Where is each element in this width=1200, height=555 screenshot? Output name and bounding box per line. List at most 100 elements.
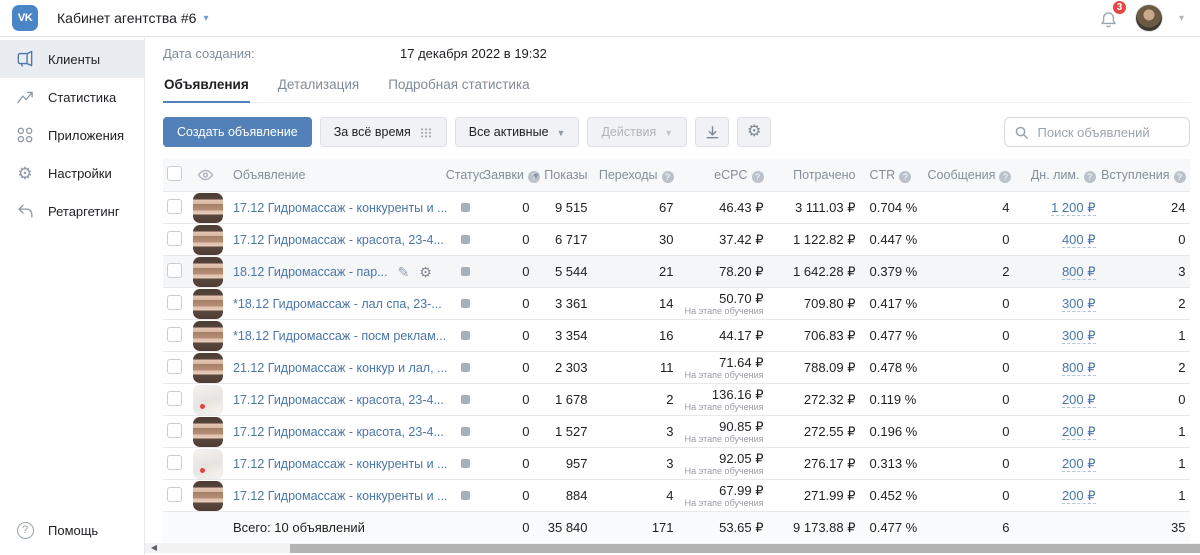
cabinet-title-dropdown[interactable]: Кабинет агентства #6 ▾ <box>57 10 208 26</box>
tab-ads[interactable]: Объявления <box>163 69 250 103</box>
header-impressions-sorted[interactable]: ▼ Показы <box>530 168 587 182</box>
status-stopped-icon[interactable] <box>461 427 471 436</box>
ad-title-link[interactable]: 17.12 Гидромассаж - конкуренты и ... <box>233 489 448 503</box>
ad-title-link[interactable]: 17.12 Гидромассаж - красота, 23-4... <box>233 233 444 247</box>
ad-title-link[interactable]: *18.12 Гидромассаж - посм реклам... <box>233 329 446 343</box>
daily-limit-link[interactable]: 200 ₽ <box>1061 391 1096 408</box>
status-stopped-icon[interactable] <box>461 235 471 244</box>
status-stopped-icon[interactable] <box>461 299 471 308</box>
daily-limit-link[interactable]: 400 ₽ <box>1061 231 1096 248</box>
help-icon[interactable]: ? <box>661 170 674 183</box>
ad-title-link[interactable]: 17.12 Гидромассаж - красота, 23-4... <box>233 393 444 407</box>
table-settings-button[interactable]: ⚙ <box>737 117 772 147</box>
row-checkbox[interactable] <box>167 262 182 278</box>
horizontal-scrollbar[interactable]: ◀ <box>145 543 1200 553</box>
status-stopped-icon[interactable] <box>461 459 471 468</box>
totals-spent: 9 173.88 ₽ <box>793 519 856 535</box>
search-input[interactable] <box>1035 123 1180 141</box>
ad-thumbnail[interactable] <box>193 192 223 223</box>
status-stopped-icon[interactable] <box>461 395 471 404</box>
sidebar-item-settings[interactable]: ⚙ Настройки <box>0 154 144 192</box>
header-ecpc[interactable]: eCPC? <box>674 168 764 183</box>
ad-thumbnail[interactable] <box>193 416 223 447</box>
status-stopped-icon[interactable] <box>461 331 471 340</box>
row-checkbox[interactable] <box>167 326 182 342</box>
row-checkbox[interactable] <box>167 390 182 406</box>
daily-limit-link[interactable]: 300 ₽ <box>1061 295 1096 312</box>
cell-spent: 788.09 ₽ <box>803 359 856 375</box>
apps-icon <box>15 125 35 145</box>
tab-detailing[interactable]: Детализация <box>277 69 360 102</box>
header-messages[interactable]: Сообщения? <box>928 168 1012 183</box>
notifications-button[interactable]: 3 <box>1098 0 1128 30</box>
status-stopped-icon[interactable] <box>461 267 471 276</box>
row-checkbox[interactable] <box>167 230 182 246</box>
period-filter-button[interactable]: За всё время <box>319 117 447 147</box>
row-checkbox[interactable] <box>167 198 182 214</box>
ad-title-link[interactable]: 21.12 Гидромассаж - конкур и лал, ... <box>233 361 447 375</box>
sidebar-item-clients[interactable]: Клиенты <box>0 40 144 78</box>
ad-thumbnail[interactable] <box>193 384 223 415</box>
sidebar-item-statistics[interactable]: Статистика <box>0 78 144 116</box>
status-filter-dropdown[interactable]: Все активные ▼ <box>454 117 580 147</box>
row-settings-gear-icon[interactable]: ⚙ <box>419 265 432 279</box>
table-row: *18.12 Гидромассаж - лал спа, 23-... 0 3 3… <box>163 287 1190 319</box>
daily-limit-link[interactable]: 200 ₽ <box>1061 455 1096 472</box>
ad-thumbnail[interactable] <box>193 288 223 319</box>
sidebar-item-apps[interactable]: Приложения <box>0 116 144 154</box>
scroll-left-arrow-icon[interactable]: ◀ <box>148 543 160 553</box>
avatar[interactable] <box>1134 4 1163 32</box>
vk-logo-icon[interactable]: VK <box>12 5 38 31</box>
cell-daily-limit: 200 ₽ <box>1010 391 1096 408</box>
ad-title-link[interactable]: 17.12 Гидромассаж - конкуренты и ... <box>233 201 448 215</box>
eye-icon[interactable] <box>197 168 214 182</box>
row-checkbox[interactable] <box>167 486 182 502</box>
status-stopped-icon[interactable] <box>461 491 471 500</box>
ad-title-link[interactable]: 18.12 Гидромассаж - пар... <box>233 265 388 279</box>
row-checkbox[interactable] <box>167 358 182 374</box>
ad-thumbnail[interactable] <box>193 224 223 255</box>
status-stopped-icon[interactable] <box>461 363 471 372</box>
create-ad-button[interactable]: Создать объявление <box>163 117 312 147</box>
daily-limit-link[interactable]: 300 ₽ <box>1061 327 1096 344</box>
select-all-checkbox[interactable] <box>167 166 182 181</box>
ad-thumbnail[interactable] <box>193 448 223 479</box>
ad-thumbnail[interactable] <box>193 256 223 287</box>
ad-title-link[interactable]: 17.12 Гидромассаж - красота, 23-4... <box>233 425 444 439</box>
help-icon[interactable]: ? <box>1083 170 1096 183</box>
export-button[interactable] <box>695 117 730 147</box>
help-icon[interactable]: ? <box>751 170 764 183</box>
actions-dropdown[interactable]: Действия ▼ <box>587 117 688 147</box>
cell-leads: 0 <box>522 392 530 407</box>
daily-limit-link[interactable]: 1 200 ₽ <box>1051 199 1096 216</box>
ad-thumbnail[interactable] <box>193 352 223 383</box>
cell-daily-limit: 200 ₽ <box>1010 455 1096 472</box>
edit-pencil-icon[interactable]: ✎ <box>398 265 410 279</box>
tab-detailed-statistics[interactable]: Подробная статистика <box>387 69 530 102</box>
cell-clicks: 14 <box>659 296 674 311</box>
daily-limit-link[interactable]: 200 ₽ <box>1061 423 1096 440</box>
ad-thumbnail[interactable] <box>193 320 223 351</box>
daily-limit-link[interactable]: 800 ₽ <box>1061 263 1096 280</box>
daily-limit-link[interactable]: 200 ₽ <box>1061 487 1096 504</box>
ad-thumbnail[interactable] <box>193 480 223 511</box>
row-checkbox[interactable] <box>167 294 182 310</box>
header-clicks[interactable]: Переходы? <box>588 168 674 183</box>
help-icon[interactable]: ? <box>899 170 912 183</box>
totals-impressions: 35 840 <box>547 520 588 535</box>
account-chevron-down-icon[interactable]: ▾ <box>1179 13 1184 24</box>
header-ctr[interactable]: CTR? <box>856 168 928 183</box>
row-checkbox[interactable] <box>167 454 182 470</box>
row-checkbox[interactable] <box>167 422 182 438</box>
ad-title-link[interactable]: *18.12 Гидромассаж - лал спа, 23-... <box>233 297 442 311</box>
header-joins[interactable]: Вступления? <box>1096 168 1186 183</box>
status-stopped-icon[interactable] <box>461 203 471 212</box>
help-icon[interactable]: ? <box>1173 170 1186 183</box>
sidebar-item-help[interactable]: ? Помощь <box>0 511 144 549</box>
ad-title-link[interactable]: 17.12 Гидромассаж - конкуренты и ... <box>233 457 448 471</box>
sidebar-item-retargeting[interactable]: Ретаргетинг <box>0 192 144 230</box>
scrollbar-thumb[interactable] <box>290 543 1200 553</box>
daily-limit-link[interactable]: 800 ₽ <box>1061 359 1096 376</box>
header-daily-limit[interactable]: Дн. лим.? <box>1010 168 1096 183</box>
header-leads[interactable]: Заявки? <box>484 168 540 183</box>
